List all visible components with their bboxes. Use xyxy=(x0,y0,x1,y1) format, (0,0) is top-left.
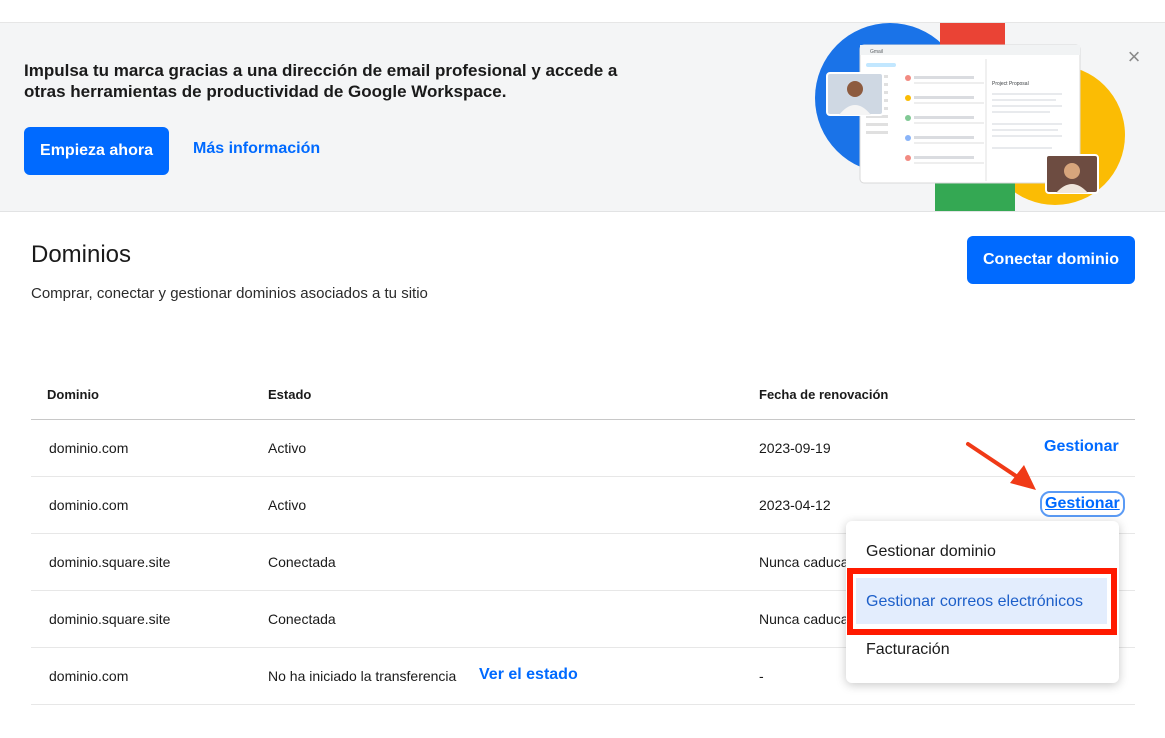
status-cell: No ha iniciado la transferencia xyxy=(268,668,457,684)
domain-cell: dominio.com xyxy=(49,440,129,456)
workspace-promo-banner: Impulsa tu marca gracias a una dirección… xyxy=(0,23,1165,212)
gmail-label: Gmail xyxy=(870,49,883,55)
page-subtitle: Comprar, conectar y gestionar dominios a… xyxy=(31,285,428,302)
start-now-button[interactable]: Empieza ahora xyxy=(24,127,169,175)
red-arrow-icon xyxy=(966,442,1036,490)
manage-link[interactable]: Gestionar xyxy=(1044,438,1119,456)
highlight-box xyxy=(847,568,1117,635)
doc-title: Project Proposal xyxy=(992,81,1029,87)
connect-domain-button[interactable]: Conectar dominio xyxy=(967,236,1135,284)
header-status: Estado xyxy=(268,387,312,402)
menu-item-manage-domain[interactable]: Gestionar dominio xyxy=(866,543,996,561)
page-title: Dominios xyxy=(31,241,132,268)
domain-cell: dominio.com xyxy=(49,497,129,513)
banner-text: Impulsa tu marca gracias a una dirección… xyxy=(24,61,618,101)
top-strip xyxy=(0,0,1165,23)
renewal-date-cell: 2023-04-12 xyxy=(759,497,831,513)
renewal-date-cell: 2023-09-19 xyxy=(759,440,831,456)
renewal-date-cell: - xyxy=(759,668,764,684)
table-header: Dominio Estado Fecha de renovación xyxy=(31,378,1135,420)
header-renewal: Fecha de renovación xyxy=(759,387,889,402)
status-cell: Conectada xyxy=(268,554,336,570)
view-status-link[interactable]: Ver el estado xyxy=(479,666,578,684)
renewal-date-cell: Nunca caduca xyxy=(759,611,849,627)
close-icon[interactable]: × xyxy=(1124,46,1144,68)
domain-cell: dominio.square.site xyxy=(49,611,171,627)
renewal-date-cell: Nunca caduca xyxy=(759,554,849,570)
status-cell: Conectada xyxy=(268,611,336,627)
menu-item-billing[interactable]: Facturación xyxy=(866,641,950,659)
domain-cell: dominio.com xyxy=(49,668,129,684)
domain-cell: dominio.square.site xyxy=(49,554,171,570)
workspace-illustration: Gmail Project Proposal xyxy=(815,23,1125,211)
manage-link-focused[interactable]: Gestionar xyxy=(1040,491,1125,517)
header-domain: Dominio xyxy=(47,387,99,402)
status-cell: Activo xyxy=(268,497,307,513)
more-info-link[interactable]: Más información xyxy=(193,140,320,158)
status-cell: Activo xyxy=(268,440,307,456)
